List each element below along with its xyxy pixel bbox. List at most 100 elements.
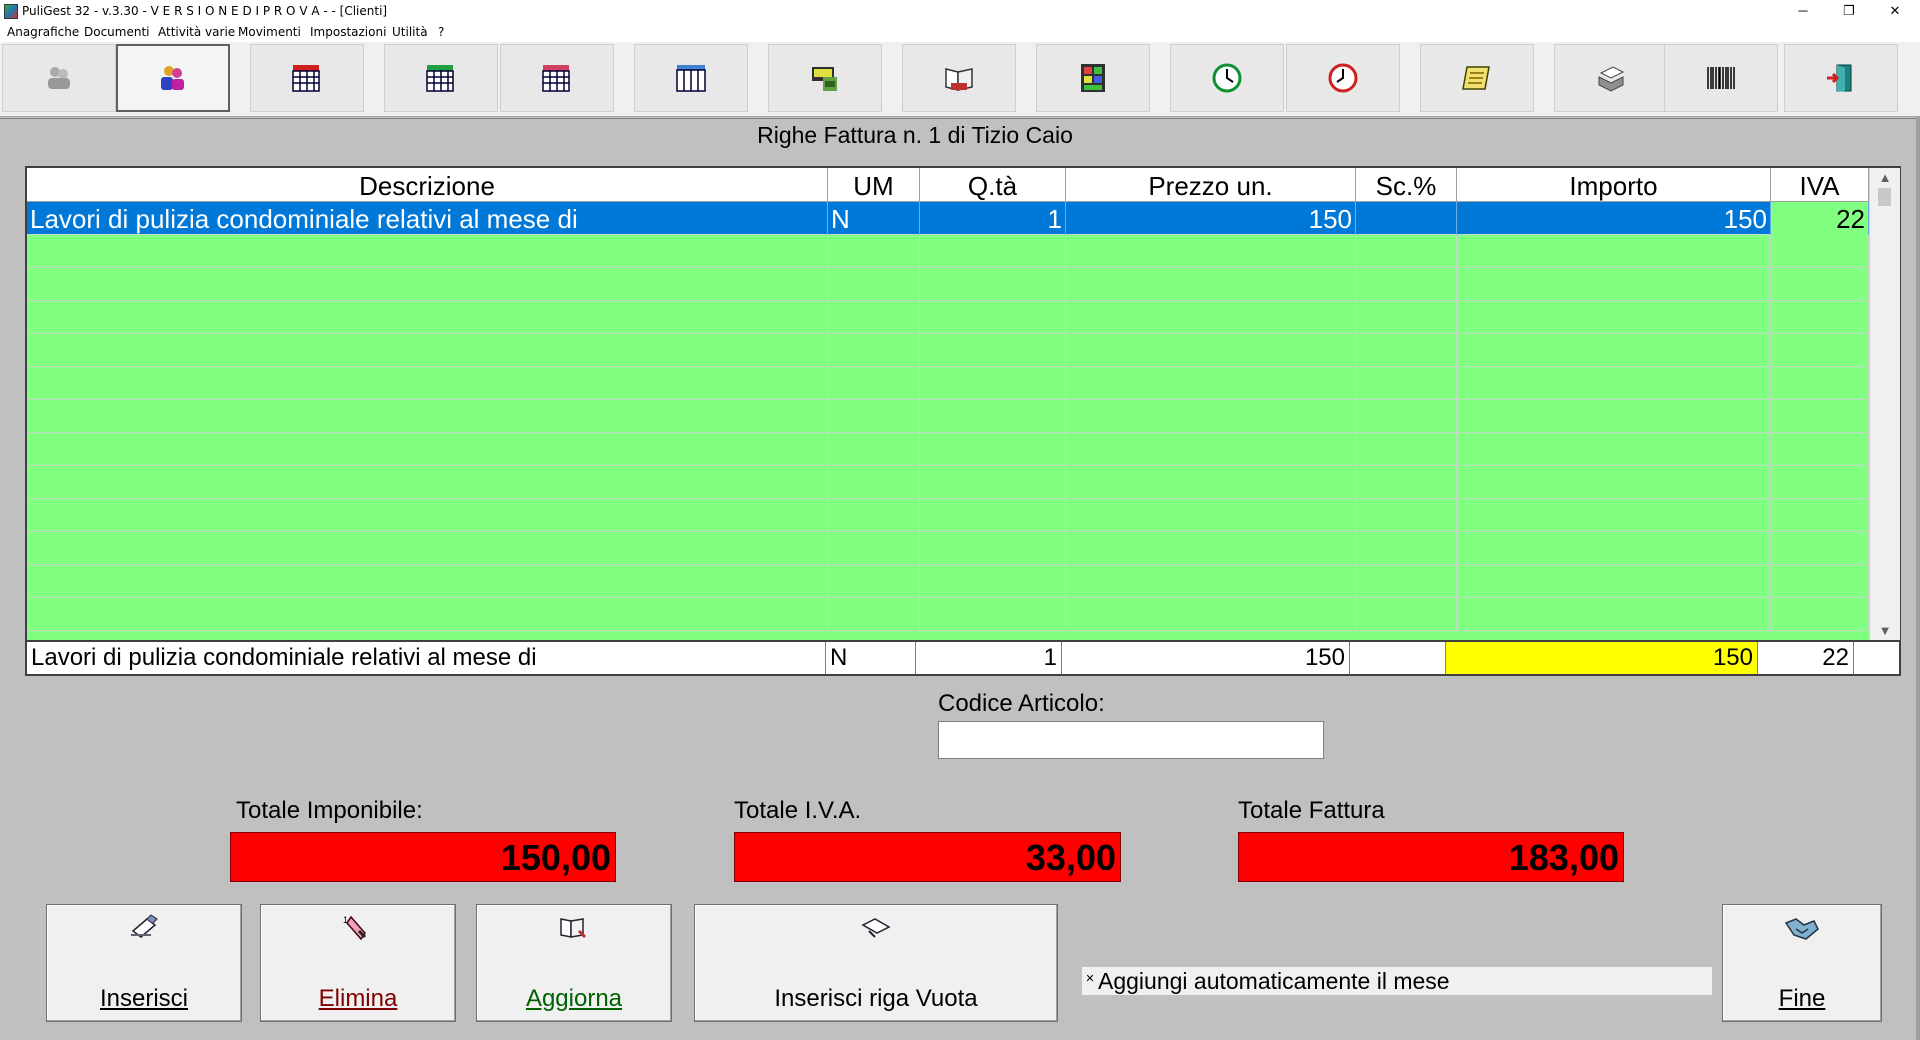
empty-cell[interactable] [1457,466,1771,499]
empty-cell[interactable] [1356,400,1457,433]
empty-cell[interactable] [1771,466,1869,499]
empty-cell[interactable] [27,532,828,565]
empty-cell[interactable] [1356,334,1457,367]
empty-cell[interactable] [1457,532,1771,565]
cell-um[interactable]: N [828,202,920,235]
empty-table-row[interactable] [27,598,1869,631]
empty-cell[interactable] [1066,235,1356,268]
empty-cell[interactable] [1771,400,1869,433]
header-prezzo[interactable]: Prezzo un. [1066,168,1356,202]
elimina-button[interactable]: 1 Elimina [260,904,456,1022]
menu-attivita-varie[interactable]: Attività varie [158,25,235,39]
empty-cell[interactable] [1356,235,1457,268]
empty-cell[interactable] [1771,499,1869,532]
empty-cell[interactable] [920,532,1066,565]
menu-movimenti[interactable]: Movimenti [238,25,301,39]
empty-cell[interactable] [828,268,920,301]
empty-cell[interactable] [1066,499,1356,532]
cell-importo[interactable]: 150 [1457,202,1771,235]
empty-table-row[interactable] [27,367,1869,400]
empty-cell[interactable] [828,400,920,433]
edit-sconto-field[interactable] [1350,642,1446,674]
empty-cell[interactable] [27,598,828,631]
cell-descrizione[interactable]: Lavori di pulizia condominiale relativi … [27,202,828,235]
empty-cell[interactable] [920,565,1066,598]
grid-scrollbar[interactable]: ▲ ▼ [1869,168,1900,640]
empty-cell[interactable] [1457,334,1771,367]
empty-table-row[interactable] [27,532,1869,565]
toolbar-clienti-button[interactable] [116,44,230,112]
empty-table-row[interactable] [27,499,1869,532]
empty-cell[interactable] [1356,268,1457,301]
menu-impostazioni[interactable]: Impostazioni [310,25,386,39]
empty-cell[interactable] [1457,268,1771,301]
cell-sconto[interactable] [1356,202,1457,235]
empty-cell[interactable] [828,367,920,400]
empty-cell[interactable] [1356,499,1457,532]
scroll-up-icon[interactable]: ▲ [1870,170,1900,185]
empty-cell[interactable] [828,499,920,532]
aggiungi-mese-checkbox[interactable]: ✕ Aggiungi automaticamente il mese [1082,967,1712,995]
empty-cell[interactable] [27,565,828,598]
empty-cell[interactable] [1771,301,1869,334]
empty-cell[interactable] [27,499,828,532]
empty-cell[interactable] [1066,301,1356,334]
empty-cell[interactable] [920,598,1066,631]
empty-cell[interactable] [27,334,828,367]
empty-cell[interactable] [920,466,1066,499]
empty-cell[interactable] [1457,301,1771,334]
empty-cell[interactable] [828,433,920,466]
empty-cell[interactable] [1356,301,1457,334]
empty-cell[interactable] [1356,598,1457,631]
empty-cell[interactable] [1457,499,1771,532]
header-descrizione[interactable]: Descrizione [27,168,828,202]
empty-cell[interactable] [1066,400,1356,433]
toolbar-office-button[interactable] [768,44,882,112]
empty-cell[interactable] [920,235,1066,268]
inserisci-button[interactable]: Inserisci [46,904,242,1022]
empty-table-row[interactable] [27,301,1869,334]
toolbar-libri-button[interactable] [902,44,1016,112]
toolbar-ore-uscita-button[interactable] [1286,44,1400,112]
cell-qta[interactable]: 1 [920,202,1066,235]
empty-cell[interactable] [828,466,920,499]
empty-cell[interactable] [1066,598,1356,631]
empty-table-row[interactable] [27,466,1869,499]
menu-help[interactable]: ? [438,25,444,39]
empty-cell[interactable] [920,301,1066,334]
empty-cell[interactable] [828,532,920,565]
edit-iva-field[interactable]: 22 [1758,642,1854,674]
cell-prezzo[interactable]: 150 [1066,202,1356,235]
toolbar-fatture-button[interactable] [384,44,498,112]
empty-cell[interactable] [1457,367,1771,400]
empty-cell[interactable] [27,466,828,499]
empty-cell[interactable] [828,235,920,268]
empty-cell[interactable] [920,268,1066,301]
empty-cell[interactable] [828,301,920,334]
empty-cell[interactable] [27,301,828,334]
header-iva[interactable]: IVA [1771,168,1869,202]
empty-cell[interactable] [1457,598,1771,631]
empty-cell[interactable] [1771,268,1869,301]
scroll-down-icon[interactable]: ▼ [1870,623,1900,638]
toolbar-numeri-button[interactable] [1036,44,1150,112]
empty-cell[interactable] [27,235,828,268]
header-sconto[interactable]: Sc.% [1356,168,1457,202]
empty-cell[interactable] [1771,433,1869,466]
toolbar-uscita-button[interactable] [1784,44,1898,112]
empty-table-row[interactable] [27,268,1869,301]
edit-prezzo-field[interactable]: 150 [1062,642,1350,674]
empty-cell[interactable] [1771,235,1869,268]
toolbar-preventivi-button[interactable] [500,44,614,112]
edit-um-field[interactable]: N [826,642,916,674]
edit-importo-field[interactable]: 150 [1446,642,1758,674]
edit-descrizione-field[interactable]: Lavori di pulizia condominiale relativi … [27,642,826,674]
empty-cell[interactable] [828,334,920,367]
empty-cell[interactable] [1066,466,1356,499]
empty-cell[interactable] [27,400,828,433]
edit-qta-field[interactable]: 1 [916,642,1062,674]
empty-cell[interactable] [920,499,1066,532]
empty-cell[interactable] [1457,565,1771,598]
empty-cell[interactable] [1457,235,1771,268]
menu-utilita[interactable]: Utilità [392,25,428,39]
